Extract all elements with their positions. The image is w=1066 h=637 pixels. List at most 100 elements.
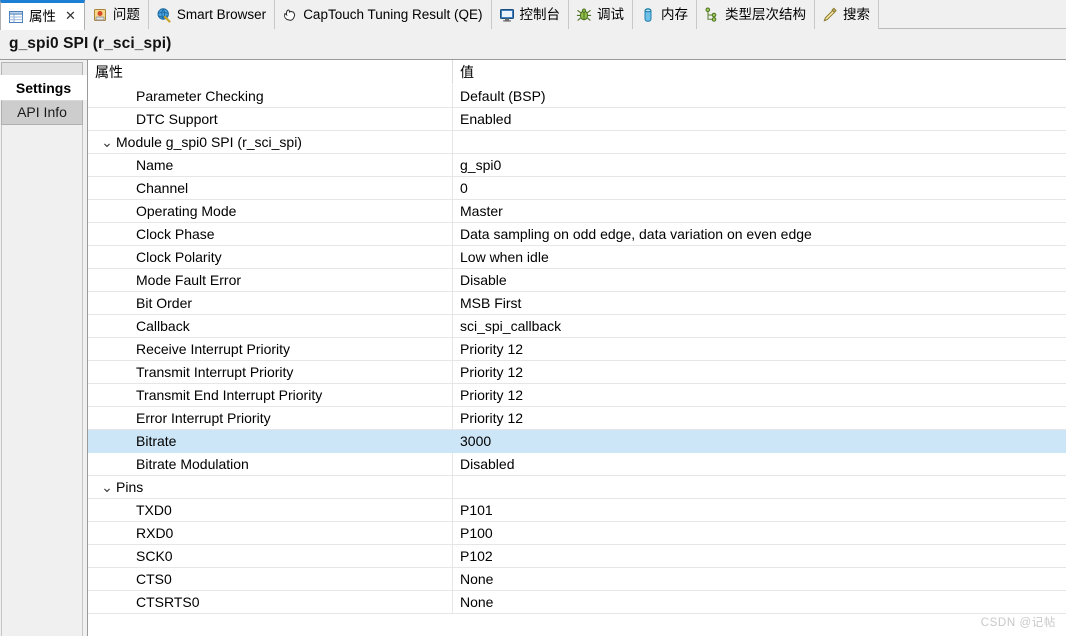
property-label: Parameter Checking <box>136 88 264 104</box>
table-row[interactable]: Mode Fault Error Disable <box>88 269 1066 292</box>
value-cell[interactable]: 3000 <box>453 430 1066 452</box>
problems-icon <box>92 7 108 23</box>
chevron-down-icon[interactable]: ⌄ <box>100 479 114 496</box>
table-row[interactable]: Transmit End Interrupt Priority Priority … <box>88 384 1066 407</box>
column-header-property[interactable]: 属性 <box>88 60 453 84</box>
table-row[interactable]: DTC Support Enabled <box>88 108 1066 131</box>
property-cell[interactable]: Operating Mode <box>88 200 453 222</box>
table-row[interactable]: Callback sci_spi_callback <box>88 315 1066 338</box>
editor-tab-3[interactable]: Smart Browser <box>148 0 276 29</box>
value-cell[interactable]: 0 <box>453 177 1066 199</box>
table-row[interactable]: Bitrate Modulation Disabled <box>88 453 1066 476</box>
property-label: Transmit Interrupt Priority <box>136 364 294 380</box>
property-cell[interactable]: Clock Phase <box>88 223 453 245</box>
table-row[interactable]: Name g_spi0 <box>88 154 1066 177</box>
settings-sidebar: Settings API Info <box>0 60 88 636</box>
property-cell[interactable]: Channel <box>88 177 453 199</box>
property-cell[interactable]: CTS0 <box>88 568 453 590</box>
table-header-row: 属性 值 <box>88 60 1066 85</box>
value-cell[interactable]: MSB First <box>453 292 1066 314</box>
property-cell[interactable]: Name <box>88 154 453 176</box>
sidebar-tab-api-info[interactable]: API Info <box>1 100 83 125</box>
table-row[interactable]: CTS0 None <box>88 568 1066 591</box>
table-row[interactable]: CTSRTS0 None <box>88 591 1066 614</box>
property-cell[interactable]: TXD0 <box>88 499 453 521</box>
page-title: g_spi0 SPI (r_sci_spi) <box>9 35 172 52</box>
value-cell[interactable]: Disabled <box>453 453 1066 475</box>
value-cell[interactable]: P100 <box>453 522 1066 544</box>
editor-tab-6[interactable]: 调试 <box>569 0 634 29</box>
property-cell[interactable]: Transmit End Interrupt Priority <box>88 384 453 406</box>
property-cell[interactable]: RXD0 <box>88 522 453 544</box>
table-row[interactable]: Parameter Checking Default (BSP) <box>88 85 1066 108</box>
close-icon[interactable]: ✕ <box>65 9 76 24</box>
console-icon <box>499 7 515 23</box>
table-row[interactable]: SCK0 P102 <box>88 545 1066 568</box>
value-cell[interactable]: Master <box>453 200 1066 222</box>
editor-tab-7[interactable]: 内存 <box>633 0 698 29</box>
value-cell[interactable]: Priority 12 <box>453 361 1066 383</box>
value-cell[interactable]: Low when idle <box>453 246 1066 268</box>
property-cell[interactable]: Parameter Checking <box>88 85 453 107</box>
sidebar-tab-settings[interactable]: Settings <box>0 75 87 100</box>
value-cell[interactable]: P101 <box>453 499 1066 521</box>
editor-tab-9[interactable]: 搜索 <box>815 0 880 29</box>
value-cell[interactable]: g_spi0 <box>453 154 1066 176</box>
editor-tab-4[interactable]: CapTouch Tuning Result (QE) <box>275 0 492 29</box>
value-cell[interactable]: Priority 12 <box>453 338 1066 360</box>
table-row[interactable]: Operating Mode Master <box>88 200 1066 223</box>
property-cell[interactable]: Clock Polarity <box>88 246 453 268</box>
table-row[interactable]: Receive Interrupt Priority Priority 12 <box>88 338 1066 361</box>
search-icon <box>822 7 838 23</box>
property-label: RXD0 <box>136 525 174 541</box>
value-cell[interactable]: None <box>453 568 1066 590</box>
property-cell[interactable]: ⌄ Pins <box>88 476 453 498</box>
property-cell[interactable]: Bitrate Modulation <box>88 453 453 475</box>
editor-tab-2[interactable]: 问题 <box>84 0 149 29</box>
property-cell[interactable]: Bit Order <box>88 292 453 314</box>
property-cell[interactable]: SCK0 <box>88 545 453 567</box>
property-cell[interactable]: Mode Fault Error <box>88 269 453 291</box>
value-cell[interactable]: Data sampling on odd edge, data variatio… <box>453 223 1066 245</box>
value-cell[interactable]: P102 <box>453 545 1066 567</box>
value-cell[interactable]: Priority 12 <box>453 407 1066 429</box>
editor-tab-label: 属性 <box>29 8 56 24</box>
column-header-value[interactable]: 值 <box>453 60 1066 84</box>
table-row[interactable]: RXD0 P100 <box>88 522 1066 545</box>
value-cell[interactable]: None <box>453 591 1066 613</box>
chevron-down-icon[interactable]: ⌄ <box>100 134 114 151</box>
property-label: Operating Mode <box>136 203 237 219</box>
value-cell[interactable]: Default (BSP) <box>453 85 1066 107</box>
property-cell[interactable]: DTC Support <box>88 108 453 130</box>
table-row[interactable]: Bit Order MSB First <box>88 292 1066 315</box>
table-row[interactable]: ⌄ Module g_spi0 SPI (r_sci_spi) <box>88 131 1066 154</box>
property-label: Error Interrupt Priority <box>136 410 271 426</box>
value-cell[interactable] <box>453 476 1066 498</box>
property-cell[interactable]: ⌄ Module g_spi0 SPI (r_sci_spi) <box>88 131 453 153</box>
table-row[interactable]: TXD0 P101 <box>88 499 1066 522</box>
editor-tab-8[interactable]: 类型层次结构 <box>697 0 816 29</box>
property-cell[interactable]: CTSRTS0 <box>88 591 453 613</box>
table-row[interactable]: ⌄ Pins <box>88 476 1066 499</box>
property-cell[interactable]: Callback <box>88 315 453 337</box>
value-cell[interactable]: sci_spi_callback <box>453 315 1066 337</box>
editor-tab-5[interactable]: 控制台 <box>491 0 570 29</box>
property-cell[interactable]: Bitrate <box>88 430 453 452</box>
value-cell[interactable] <box>453 131 1066 153</box>
editor-tab-1[interactable]: 属性 ✕ <box>0 0 85 30</box>
table-row[interactable]: Channel 0 <box>88 177 1066 200</box>
table-row[interactable]: Bitrate 3000 <box>88 430 1066 453</box>
property-label: Bitrate Modulation <box>136 456 249 472</box>
value-cell[interactable]: Priority 12 <box>453 384 1066 406</box>
value-cell[interactable]: Disable <box>453 269 1066 291</box>
table-row[interactable]: Clock Polarity Low when idle <box>88 246 1066 269</box>
table-row[interactable]: Transmit Interrupt Priority Priority 12 <box>88 361 1066 384</box>
hand-pointer-icon <box>282 7 298 23</box>
property-cell[interactable]: Error Interrupt Priority <box>88 407 453 429</box>
property-cell[interactable]: Receive Interrupt Priority <box>88 338 453 360</box>
property-label: Channel <box>136 180 189 196</box>
table-row[interactable]: Error Interrupt Priority Priority 12 <box>88 407 1066 430</box>
property-cell[interactable]: Transmit Interrupt Priority <box>88 361 453 383</box>
table-row[interactable]: Clock Phase Data sampling on odd edge, da… <box>88 223 1066 246</box>
value-cell[interactable]: Enabled <box>453 108 1066 130</box>
